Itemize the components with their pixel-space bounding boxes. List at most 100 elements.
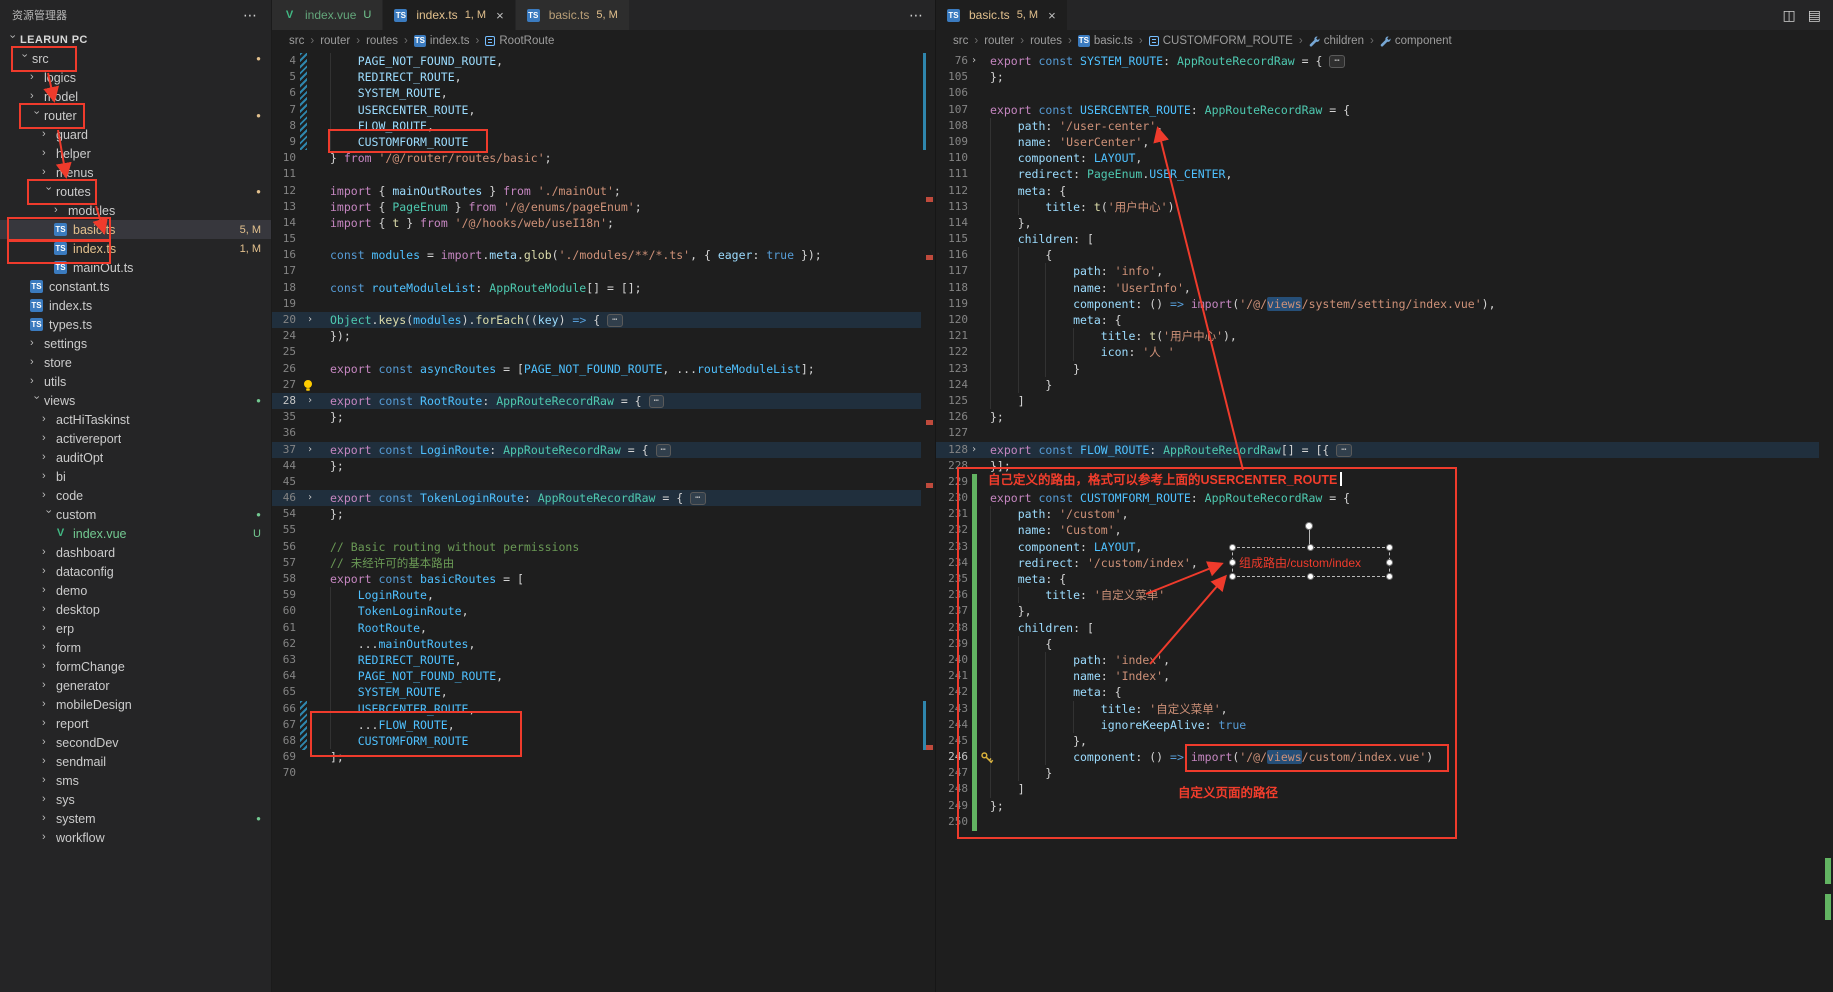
breadcrumb-separator: › xyxy=(404,35,408,47)
breadcrumb-item-CUSTOMFORM_ROUTE[interactable]: CUSTOMFORM_ROUTE xyxy=(1149,35,1293,47)
breadcrumb-item-routes[interactable]: routes xyxy=(366,35,398,47)
tree-folder-src[interactable]: ›src● xyxy=(0,49,271,68)
tree-folder-demo[interactable]: ›demo xyxy=(0,581,271,600)
breadcrumb-item-basic.ts[interactable]: TSbasic.ts xyxy=(1078,35,1133,47)
tree-folder-activereport[interactable]: ›activereport xyxy=(0,429,271,448)
tree-folder-desktop[interactable]: ›desktop xyxy=(0,600,271,619)
code-text: ] xyxy=(990,781,1025,797)
tree-file-basic.ts[interactable]: TSbasic.ts5, M xyxy=(0,220,271,239)
tree-folder-logics[interactable]: ›logics xyxy=(0,68,271,87)
tree-folder-routes[interactable]: ›routes● xyxy=(0,182,271,201)
breadcrumb-item-router[interactable]: router xyxy=(320,35,350,47)
tree-folder-guard[interactable]: ›guard xyxy=(0,125,271,144)
tree-item-label: secondDev xyxy=(56,736,119,750)
code-line-36: 36 xyxy=(272,425,921,441)
git-status-dot: ● xyxy=(256,188,261,196)
tree-folder-sys[interactable]: ›sys xyxy=(0,790,271,809)
tree-item-label: guard xyxy=(56,128,88,142)
tree-file-types.ts[interactable]: TStypes.ts xyxy=(0,315,271,334)
fold-collapsed-icon[interactable]: › xyxy=(968,442,982,458)
more-actions-icon[interactable]: ⋯ xyxy=(243,7,257,24)
overview-ruler-right[interactable] xyxy=(1819,52,1833,992)
fold-collapsed-icon[interactable]: › xyxy=(296,393,318,409)
tree-file-index.vue[interactable]: Vindex.vueU xyxy=(0,524,271,543)
tree-folder-code[interactable]: ›code xyxy=(0,486,271,505)
split-editor-icon[interactable]: ◫ xyxy=(1783,7,1796,24)
tree-folder-utils[interactable]: ›utils xyxy=(0,372,271,391)
tree-file-index.ts[interactable]: TSindex.ts xyxy=(0,296,271,315)
close-icon[interactable]: × xyxy=(496,9,504,22)
breadcrumb-item-routes[interactable]: routes xyxy=(1030,35,1062,47)
tree-folder-LEARUN PC[interactable]: ›LEARUN PC xyxy=(0,30,271,49)
tree-folder-sendmail[interactable]: ›sendmail xyxy=(0,752,271,771)
overview-ruler-middle[interactable] xyxy=(921,52,935,992)
tree-folder-workflow[interactable]: ›workflow xyxy=(0,828,271,847)
tree-folder-menus[interactable]: ›menus xyxy=(0,163,271,182)
tree-file-index.ts[interactable]: TSindex.ts1, M xyxy=(0,239,271,258)
fold-collapsed-icon[interactable]: › xyxy=(296,442,318,458)
code-text: children: [ xyxy=(990,620,1094,636)
git-status-dot: ● xyxy=(256,511,261,519)
tree-item-label: modules xyxy=(68,204,115,218)
tab-index.ts[interactable]: TSindex.ts1, M× xyxy=(383,0,515,30)
tab-basic.ts[interactable]: TSbasic.ts5, M xyxy=(516,0,630,30)
tree-folder-generator[interactable]: ›generator xyxy=(0,676,271,695)
code-line-243: 243 title: '自定义菜单', xyxy=(936,701,1819,717)
tree-folder-router[interactable]: ›router● xyxy=(0,106,271,125)
breadcrumb-item-src[interactable]: src xyxy=(289,35,304,47)
code-editor-basic-ts[interactable]: 76›export const SYSTEM_ROUTE: AppRouteRe… xyxy=(936,52,1833,992)
tree-folder-actHiTaskinst[interactable]: ›actHiTaskinst xyxy=(0,410,271,429)
tree-folder-dataconfig[interactable]: ›dataconfig xyxy=(0,562,271,581)
code-line-14: 14import { t } from '/@/hooks/web/useI18… xyxy=(272,215,921,231)
breadcrumb-item-RootRoute[interactable]: RootRoute xyxy=(485,35,554,47)
breadcrumb-item-src[interactable]: src xyxy=(953,35,968,47)
breadcrumb-label: RootRoute xyxy=(499,35,554,47)
tree-folder-modules[interactable]: ›modules xyxy=(0,201,271,220)
tab-basic.ts[interactable]: TSbasic.ts5, M× xyxy=(936,0,1068,30)
annotation-route-label[interactable]: 组成路由/custom/index xyxy=(1232,547,1390,577)
tree-folder-formChange[interactable]: ›formChange xyxy=(0,657,271,676)
tree-folder-sms[interactable]: ›sms xyxy=(0,771,271,790)
tree-folder-model[interactable]: ›model xyxy=(0,87,271,106)
more-actions-icon[interactable]: ⋯ xyxy=(909,7,923,24)
line-number: 125 xyxy=(936,393,968,409)
tree-folder-mobileDesign[interactable]: ›mobileDesign xyxy=(0,695,271,714)
tree-folder-auditOpt[interactable]: ›auditOpt xyxy=(0,448,271,467)
tree-folder-settings[interactable]: ›settings xyxy=(0,334,271,353)
breadcrumb-item-index.ts[interactable]: TSindex.ts xyxy=(414,35,470,47)
tree-folder-form[interactable]: ›form xyxy=(0,638,271,657)
line-number: 46 xyxy=(272,490,296,506)
tree-item-label: sms xyxy=(56,774,79,788)
fold-collapsed-icon[interactable]: › xyxy=(296,312,318,328)
breadcrumb-item-component[interactable]: component xyxy=(1380,35,1452,47)
breadcrumb-item-router[interactable]: router xyxy=(984,35,1014,47)
fold-collapsed-icon[interactable]: › xyxy=(296,490,318,506)
code-text: REDIRECT_ROUTE, xyxy=(330,652,462,668)
tree-folder-helper[interactable]: ›helper xyxy=(0,144,271,163)
tree-folder-report[interactable]: ›report xyxy=(0,714,271,733)
tree-folder-secondDev[interactable]: ›secondDev xyxy=(0,733,271,752)
tree-folder-bi[interactable]: ›bi xyxy=(0,467,271,486)
breadcrumb-item-children[interactable]: children xyxy=(1309,35,1364,47)
tree-folder-erp[interactable]: ›erp xyxy=(0,619,271,638)
customize-layout-icon[interactable]: ▤ xyxy=(1808,7,1821,24)
tree-file-mainOut.ts[interactable]: TSmainOut.ts xyxy=(0,258,271,277)
code-line-108: 108 path: '/user-center', xyxy=(936,118,1819,134)
rotate-handle[interactable] xyxy=(1309,529,1310,545)
lightbulb-icon[interactable] xyxy=(296,377,318,393)
tree-folder-custom[interactable]: ›custom● xyxy=(0,505,271,524)
code-text: icon: '人 ' xyxy=(990,344,1175,360)
tree-folder-dashboard[interactable]: ›dashboard xyxy=(0,543,271,562)
tree-folder-store[interactable]: ›store xyxy=(0,353,271,372)
close-icon[interactable]: × xyxy=(1048,9,1056,22)
fold-collapsed-icon[interactable]: › xyxy=(968,53,982,69)
tree-folder-views[interactable]: ›views● xyxy=(0,391,271,410)
tree-file-constant.ts[interactable]: TSconstant.ts xyxy=(0,277,271,296)
tab-index.vue[interactable]: Vindex.vueU xyxy=(272,0,383,30)
line-number: 128 xyxy=(936,442,968,458)
line-number: 18 xyxy=(272,280,296,296)
code-editor-index-ts[interactable]: 4 PAGE_NOT_FOUND_ROUTE,5 REDIRECT_ROUTE,… xyxy=(272,52,935,992)
tree-folder-system[interactable]: ›system● xyxy=(0,809,271,828)
typescript-file-icon: TS xyxy=(414,35,426,47)
code-text: name: 'Index', xyxy=(990,668,1170,684)
